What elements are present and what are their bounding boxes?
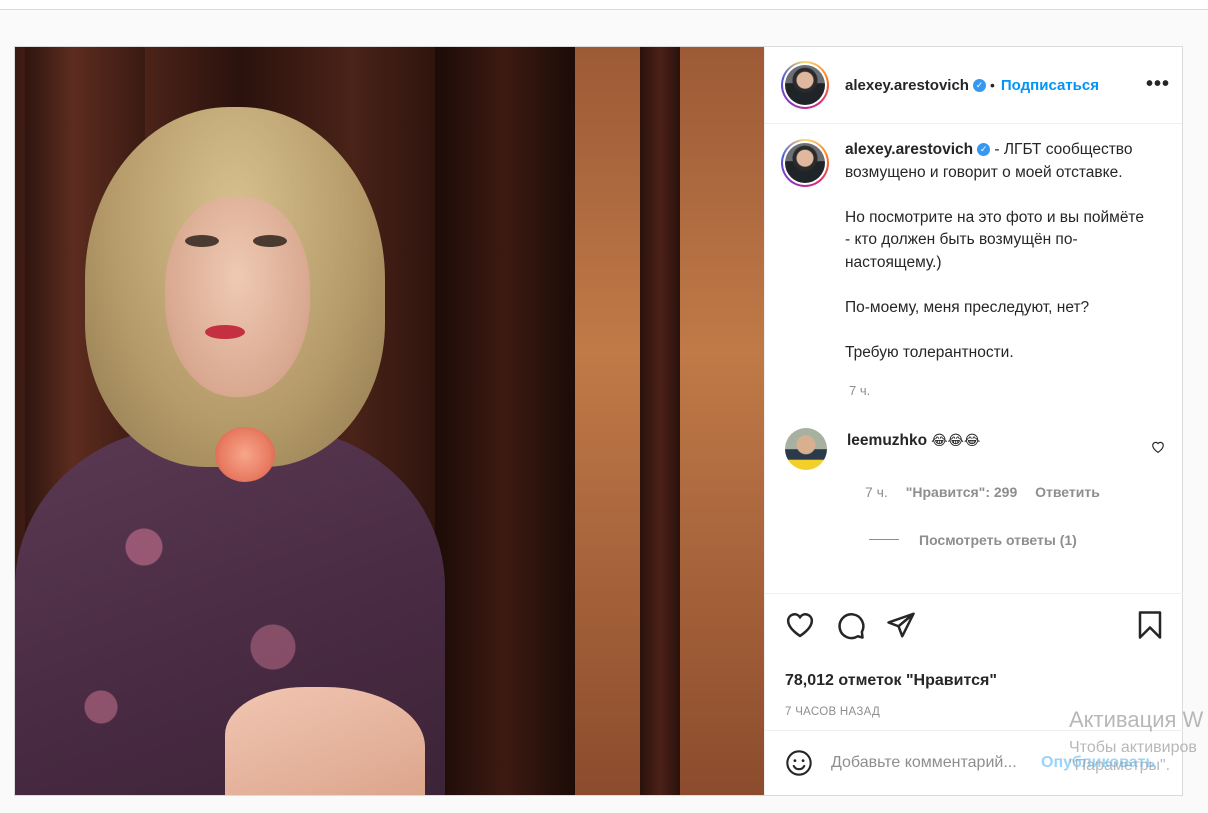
save-bookmark-icon[interactable] xyxy=(1137,610,1163,640)
verified-icon: ✓ xyxy=(977,143,991,157)
caption-paragraph: По-моему, меня преследуют, нет? xyxy=(845,298,1090,316)
comment-text: 😂😂😂 xyxy=(931,431,981,448)
comment-username[interactable]: leemuzhko xyxy=(847,432,927,449)
caption-avatar[interactable] xyxy=(781,139,829,187)
author-avatar[interactable] xyxy=(781,61,829,109)
post-sidebar: alexey.arestovich ✓ • Подписаться ••• al… xyxy=(764,47,1183,795)
likes-count[interactable]: 78,012 отметок "Нравится" xyxy=(785,672,1167,690)
comment: leemuzhko 😂😂😂 xyxy=(781,427,1167,470)
comment-icon[interactable] xyxy=(836,610,866,640)
post-header: alexey.arestovich ✓ • Подписаться ••• xyxy=(765,47,1182,124)
more-options-icon[interactable]: ••• xyxy=(1146,73,1170,96)
caption: alexey.arestovich ✓ - ЛГБТ сообщество воз… xyxy=(781,139,1167,387)
browser-top-bar xyxy=(0,0,1208,10)
view-replies-button[interactable]: Посмотреть ответы (1) xyxy=(869,532,1167,548)
caption-paragraph: Требую толерантности. xyxy=(845,343,1014,361)
comment-likes[interactable]: "Нравится": 299 xyxy=(906,484,1017,500)
author-username[interactable]: alexey.arestovich xyxy=(845,77,969,94)
caption-username[interactable]: alexey.arestovich xyxy=(845,141,973,158)
comments-section: alexey.arestovich ✓ - ЛГБТ сообщество воз… xyxy=(765,125,1183,593)
verified-icon: ✓ xyxy=(972,78,986,92)
comment-time[interactable]: 7 ч. xyxy=(865,484,888,500)
instagram-post: alexey.arestovich ✓ • Подписаться ••• al… xyxy=(14,46,1183,796)
like-heart-icon[interactable] xyxy=(785,610,815,638)
follow-button[interactable]: Подписаться xyxy=(1001,77,1099,94)
share-icon[interactable] xyxy=(886,610,916,640)
comment-meta: 7 ч. "Нравится": 299 Ответить xyxy=(865,484,1167,500)
comment-input[interactable] xyxy=(831,754,1041,772)
windows-activation-watermark: Активация W Чтобы активиров "Параметры". xyxy=(1069,707,1204,774)
caption-paragraph: Но посмотрите на это фото и вы поймёте -… xyxy=(845,208,1144,271)
comment-avatar[interactable] xyxy=(785,427,827,470)
reply-button[interactable]: Ответить xyxy=(1035,484,1100,500)
post-photo[interactable] xyxy=(15,47,764,795)
emoji-icon[interactable] xyxy=(785,749,813,777)
comment-like-icon[interactable] xyxy=(1151,440,1165,456)
